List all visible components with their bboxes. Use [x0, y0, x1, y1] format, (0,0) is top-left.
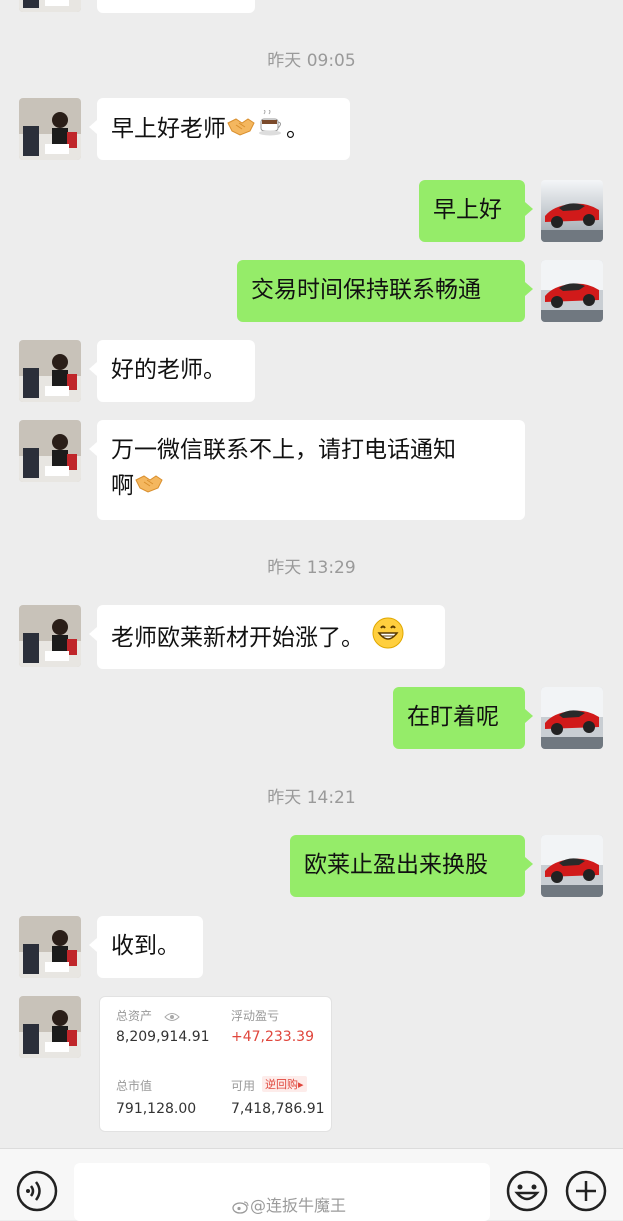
reverse-repo-tag[interactable]: 逆回购▸: [262, 1076, 307, 1092]
grinning-face-icon: [372, 617, 404, 660]
partial-message-bubble[interactable]: [97, 0, 255, 13]
message-bubble-right[interactable]: 交易时间保持联系畅通: [237, 260, 533, 322]
message-text: 欧莱止盈出来换股: [304, 852, 488, 878]
message-text-line2: 啊: [111, 473, 134, 499]
message-punctuation: 。: [286, 116, 309, 142]
voice-input-icon[interactable]: [15, 1169, 59, 1217]
teacher-avatar[interactable]: [19, 340, 81, 402]
timestamp: 昨天 13:29: [267, 558, 356, 578]
my-avatar-red-sports-car[interactable]: [541, 835, 603, 897]
my-avatar-red-sports-car[interactable]: [541, 687, 603, 749]
message-bubble-left[interactable]: 万一微信联系不上，请打电话通知 啊: [89, 420, 525, 520]
message-bubble-left[interactable]: 好的老师。: [89, 340, 255, 402]
message-text: 早上好老师: [111, 116, 226, 142]
account-screenshot-image[interactable]: 总资产 8,209,914.91 浮动盈亏 +47,233.39 总市值 791…: [99, 996, 332, 1132]
market-value-label: 总市值: [116, 1079, 153, 1093]
message-bubble-right[interactable]: 在盯着呢: [393, 687, 533, 749]
my-avatar-red-sports-car[interactable]: [541, 180, 603, 242]
message-text: 交易时间保持联系畅通: [251, 277, 481, 303]
emoji-icon[interactable]: [505, 1169, 549, 1217]
coffee-icon: [256, 109, 286, 149]
teacher-avatar[interactable]: [19, 98, 81, 160]
total-assets-label: 总资产: [116, 1009, 153, 1023]
total-assets-value: 8,209,914.91: [116, 1029, 210, 1045]
weibo-logo-icon: [232, 1196, 250, 1215]
teacher-avatar[interactable]: [19, 916, 81, 978]
watermark-text: @连扳牛魔王: [250, 1196, 347, 1215]
message-bubble-right[interactable]: 早上好: [419, 180, 533, 242]
message-bubble-left[interactable]: 早上好老师 。: [89, 98, 350, 160]
my-avatar-red-sports-car[interactable]: [541, 260, 603, 322]
available-label: 可用: [231, 1079, 256, 1093]
teacher-avatar[interactable]: [19, 996, 81, 1058]
market-value-value: 791,128.00: [116, 1101, 197, 1117]
message-text: 老师欧莱新材开始涨了。: [111, 625, 364, 651]
weibo-watermark: @连扳牛魔王: [232, 1192, 346, 1216]
teacher-avatar[interactable]: [19, 605, 81, 667]
message-text: 好的老师。: [111, 357, 226, 383]
available-value: 7,418,786.91: [231, 1101, 325, 1117]
teacher-avatar[interactable]: [19, 0, 81, 12]
message-bubble-right[interactable]: 欧莱止盈出来换股: [290, 835, 533, 897]
floating-pl-value: +47,233.39: [231, 1029, 314, 1045]
teacher-avatar[interactable]: [19, 420, 81, 482]
message-bubble-left[interactable]: 老师欧莱新材开始涨了。: [89, 605, 445, 669]
message-text: 万一微信联系不上，请打电话通知: [111, 437, 456, 463]
handshake-icon: [134, 469, 164, 505]
more-options-plus-icon[interactable]: [564, 1169, 608, 1217]
timestamp: 昨天 09:05: [267, 51, 356, 71]
handshake-icon: [226, 112, 256, 148]
message-text: 早上好: [433, 197, 502, 223]
timestamp: 昨天 14:21: [267, 788, 356, 808]
message-bubble-left[interactable]: 收到。: [89, 916, 203, 978]
eye-icon: [164, 1008, 180, 1027]
floating-pl-label: 浮动盈亏: [231, 1009, 280, 1023]
message-text: 收到。: [111, 933, 180, 959]
message-text: 在盯着呢: [407, 704, 499, 730]
